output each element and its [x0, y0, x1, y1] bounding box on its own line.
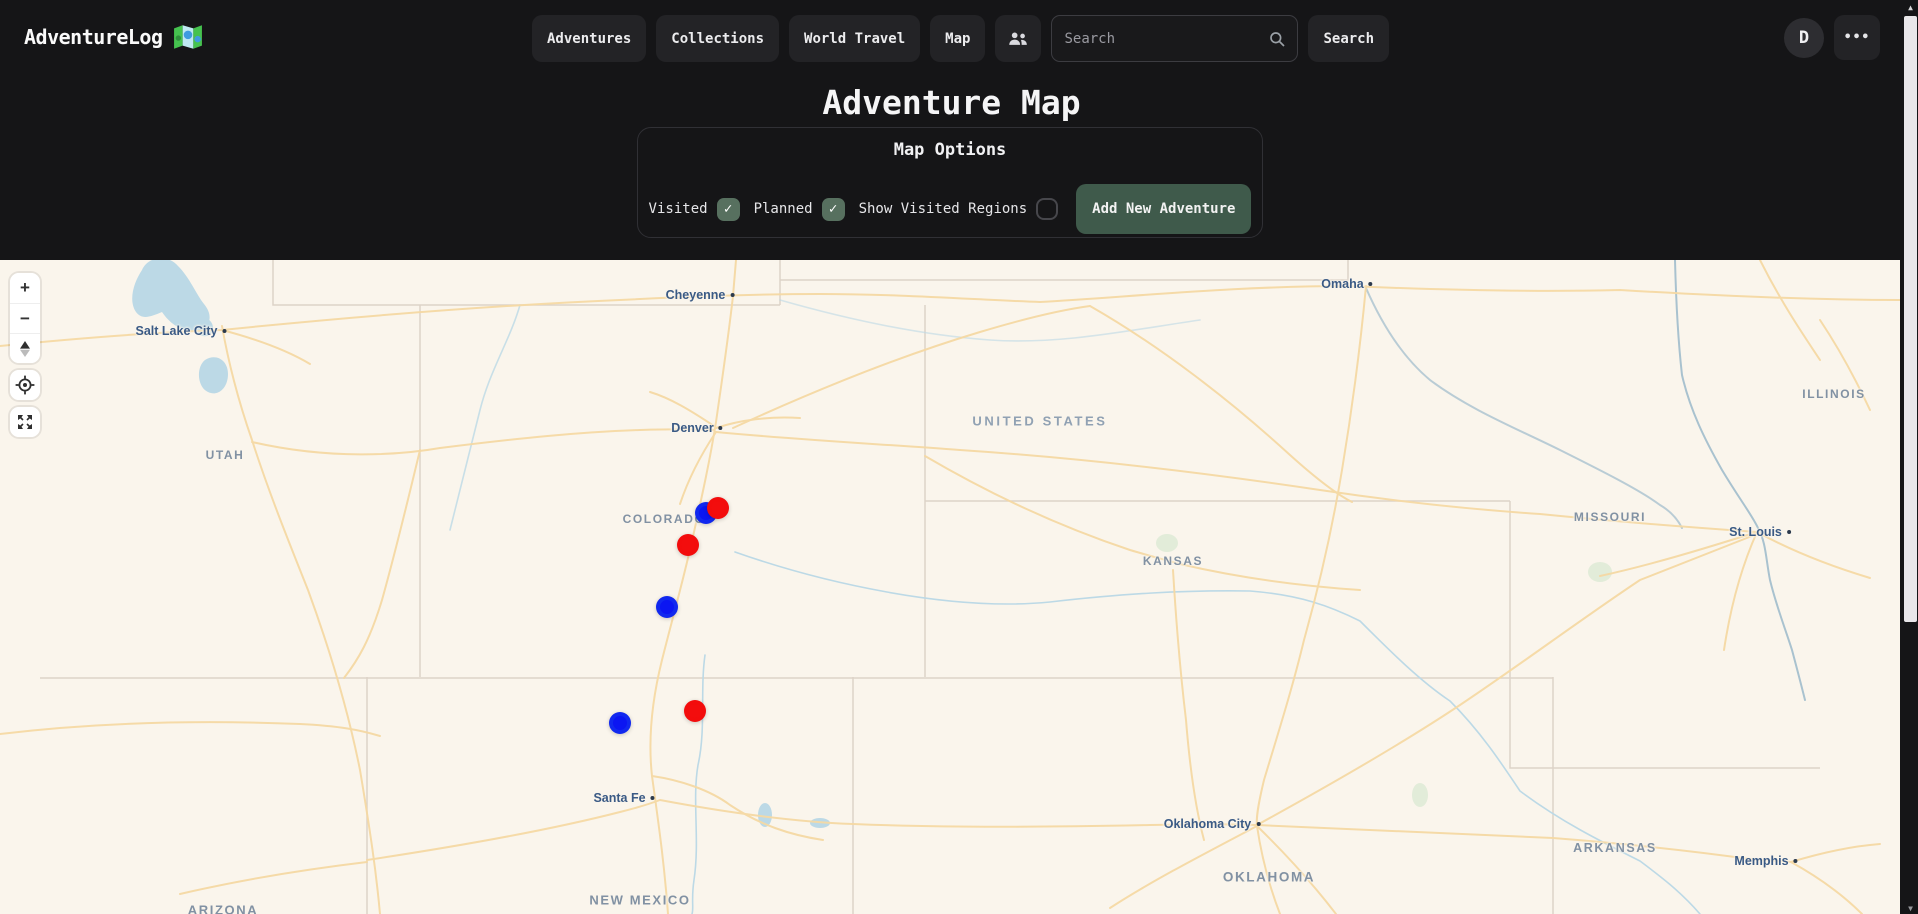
- city-label: Santa Fe: [593, 791, 654, 805]
- nav-adventures[interactable]: Adventures: [532, 15, 646, 62]
- map-emoji-icon: [173, 24, 203, 50]
- city-dot: [1369, 282, 1373, 286]
- compass-button[interactable]: [10, 333, 40, 363]
- add-new-adventure-button[interactable]: Add New Adventure: [1076, 184, 1251, 234]
- adventure-marker-visited[interactable]: [677, 534, 699, 556]
- search-button[interactable]: Search: [1308, 15, 1389, 62]
- map-base-svg: [0, 260, 1900, 914]
- state-label: COLORADO: [623, 512, 706, 526]
- city-dot: [651, 796, 655, 800]
- navbar-search-field: [1051, 15, 1298, 62]
- compass-icon: [18, 340, 32, 358]
- visited-toggle-group: Visited ✓: [649, 198, 740, 221]
- app-logo[interactable]: AdventureLog: [24, 24, 203, 50]
- nav-collections[interactable]: Collections: [656, 15, 779, 62]
- city-label: Denver: [671, 421, 722, 435]
- adventure-marker-planned[interactable]: [656, 596, 678, 618]
- state-label: KANSAS: [1143, 554, 1203, 568]
- map-options-title: Map Options: [638, 140, 1262, 160]
- city-label: Salt Lake City: [136, 324, 227, 338]
- visited-label: Visited: [649, 201, 708, 217]
- planned-checkbox[interactable]: ✓: [822, 198, 845, 221]
- scrollbar-up-arrow-icon[interactable]: ▲: [1903, 0, 1918, 16]
- nav-map[interactable]: Map: [930, 15, 985, 62]
- geolocate-icon: [15, 375, 35, 395]
- map-zoom-controls: + −: [10, 273, 40, 363]
- users-icon: [1008, 31, 1028, 47]
- planned-label: Planned: [754, 201, 813, 217]
- zoom-in-button[interactable]: +: [10, 273, 40, 303]
- page-title: Adventure Map: [0, 83, 1903, 122]
- show-regions-toggle-group: Show Visited Regions: [859, 198, 1059, 220]
- map-canvas[interactable]: UTAH COLORADO KANSAS MISSOURI ILLINOIS OKLAHO…: [0, 260, 1900, 914]
- main-nav: Adventures Collections World Travel Map …: [532, 15, 1389, 62]
- show-visited-regions-checkbox[interactable]: [1036, 198, 1058, 220]
- state-label: ARKANSAS: [1573, 841, 1657, 855]
- adventure-marker-planned[interactable]: [609, 712, 631, 734]
- state-label: UTAH: [206, 448, 245, 462]
- header-zone: AdventureLog Adventures Collections Worl…: [0, 0, 1918, 260]
- overflow-menu-button[interactable]: •••: [1834, 15, 1880, 60]
- planned-toggle-group: Planned ✓: [754, 198, 845, 221]
- city-dot: [1256, 822, 1260, 826]
- state-label: OKLAHOMA: [1223, 870, 1315, 885]
- shared-users-button[interactable]: [995, 15, 1041, 62]
- map-options-card: Map Options Visited ✓ Planned ✓ Show Vis…: [637, 127, 1263, 238]
- avatar[interactable]: D: [1784, 18, 1824, 58]
- scrollbar-down-arrow-icon[interactable]: ▼: [1903, 904, 1918, 913]
- visited-checkbox[interactable]: ✓: [717, 198, 740, 221]
- city-label: Omaha: [1321, 277, 1372, 291]
- app-logo-text: AdventureLog: [24, 25, 163, 49]
- nav-world-travel[interactable]: World Travel: [789, 15, 920, 62]
- state-label: NEW MEXICO: [589, 893, 690, 908]
- state-label: ILLINOIS: [1802, 387, 1865, 401]
- city-dot: [1787, 530, 1791, 534]
- zoom-out-button[interactable]: −: [10, 303, 40, 333]
- city-dot: [1794, 859, 1798, 863]
- city-label: Oklahoma City: [1164, 817, 1261, 831]
- search-icon: [1269, 31, 1285, 47]
- city-label: St. Louis: [1729, 525, 1791, 539]
- city-dot: [222, 329, 226, 333]
- adventure-marker-visited[interactable]: [707, 497, 729, 519]
- search-input[interactable]: [1064, 31, 1261, 47]
- state-label: MISSOURI: [1574, 510, 1646, 524]
- map-fullscreen-control: [10, 407, 40, 437]
- geolocate-button[interactable]: [10, 370, 40, 400]
- city-label: Cheyenne: [666, 288, 735, 302]
- scrollbar-thumb[interactable]: [1904, 16, 1917, 622]
- map-options-row: Visited ✓ Planned ✓ Show Visited Regions…: [638, 184, 1262, 234]
- adventure-marker-visited[interactable]: [684, 700, 706, 722]
- fullscreen-button[interactable]: [10, 407, 40, 437]
- country-label: UNITED STATES: [972, 414, 1107, 429]
- map-geolocate-control: [10, 370, 40, 400]
- city-dot: [730, 293, 734, 297]
- fullscreen-icon: [16, 413, 34, 431]
- page-scrollbar[interactable]: ▲ ▼: [1903, 0, 1918, 914]
- city-label: Memphis: [1734, 854, 1797, 868]
- navbar-right: D •••: [1784, 15, 1880, 60]
- state-label: ARIZONA: [188, 903, 258, 914]
- city-dot: [719, 426, 723, 430]
- show-visited-regions-label: Show Visited Regions: [859, 201, 1028, 217]
